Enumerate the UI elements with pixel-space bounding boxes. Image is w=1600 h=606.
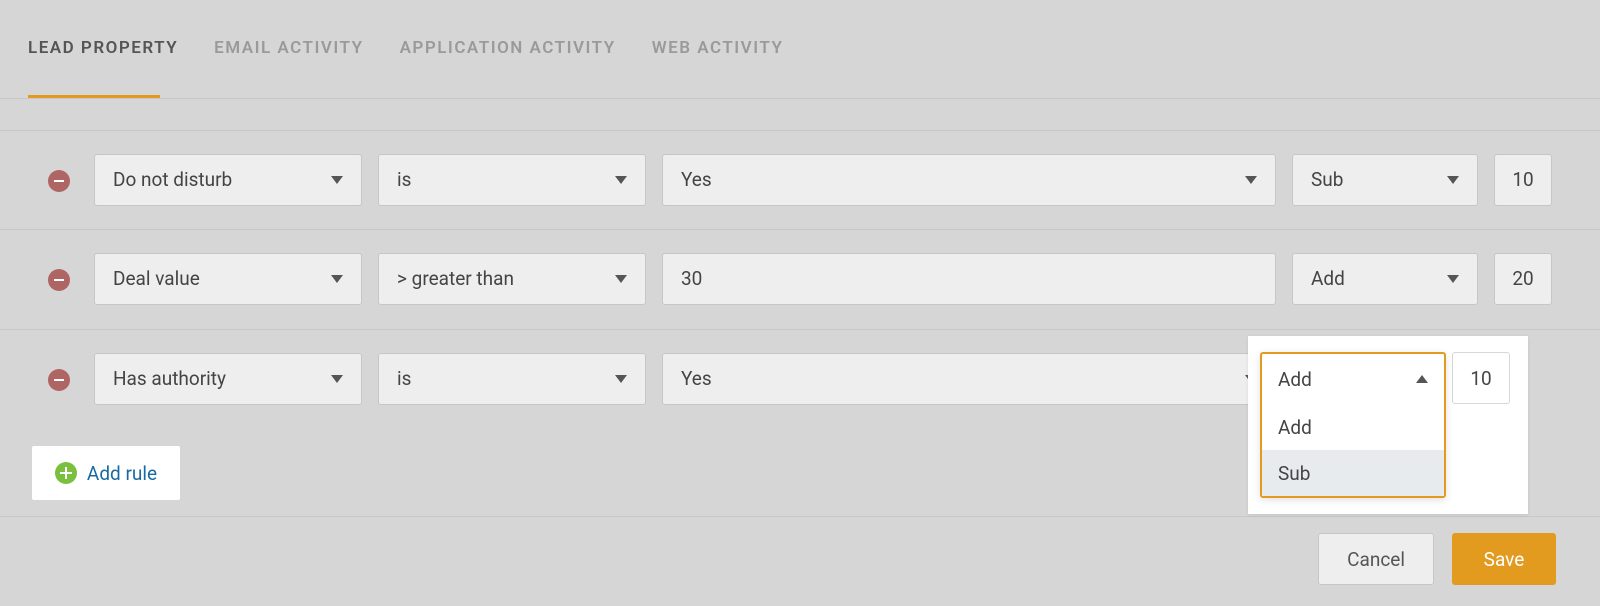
chevron-up-icon — [1416, 375, 1428, 383]
tab-label: APPLICATION ACTIVITY — [400, 38, 616, 58]
mode-option-sub[interactable]: Sub — [1262, 450, 1444, 496]
chevron-down-icon — [331, 275, 343, 283]
mode-select-value: Sub — [1311, 168, 1343, 191]
remove-rule-button[interactable] — [48, 170, 70, 192]
rule-row: Do not disturb is Yes Sub 10 — [0, 130, 1600, 230]
remove-rule-button[interactable] — [48, 369, 70, 391]
operator-select-value: is — [397, 168, 411, 191]
value-select-value: Yes — [681, 367, 712, 390]
mode-select-head[interactable]: Add — [1262, 354, 1444, 404]
value-input[interactable]: 30 — [662, 253, 1276, 305]
operator-select[interactable]: > greater than — [378, 253, 646, 305]
mode-option-add[interactable]: Add — [1262, 404, 1444, 450]
chevron-down-icon — [1447, 275, 1459, 283]
plus-circle-icon — [55, 462, 77, 484]
add-rule-button[interactable]: Add rule — [32, 446, 180, 500]
property-select-value: Has authority — [113, 367, 226, 390]
property-select-value: Deal value — [113, 267, 200, 290]
chevron-down-icon — [1245, 176, 1257, 184]
tab-lead-property[interactable]: LEAD PROPERTY — [28, 38, 178, 80]
chevron-down-icon — [1447, 176, 1459, 184]
property-select-value: Do not disturb — [113, 168, 232, 191]
chevron-down-icon — [615, 375, 627, 383]
tab-email-activity[interactable]: EMAIL ACTIVITY — [214, 38, 363, 80]
operator-select[interactable]: is — [378, 154, 646, 206]
add-rule-label: Add rule — [87, 462, 157, 485]
points-input[interactable]: 20 — [1494, 253, 1552, 305]
value-select[interactable]: Yes — [662, 154, 1276, 206]
chevron-down-icon — [331, 375, 343, 383]
save-button-label: Save — [1484, 548, 1525, 571]
operator-select-value: > greater than — [397, 267, 514, 290]
points-value: 10 — [1470, 367, 1491, 390]
value-input-value: 30 — [681, 267, 702, 290]
chevron-down-icon — [615, 176, 627, 184]
mode-select-value: Add — [1278, 368, 1312, 391]
property-select[interactable]: Has authority — [94, 353, 362, 405]
chevron-down-icon — [615, 275, 627, 283]
minus-icon — [54, 379, 64, 381]
points-value: 20 — [1512, 267, 1533, 290]
tab-label: WEB ACTIVITY — [652, 38, 784, 58]
operator-select[interactable]: is — [378, 353, 646, 405]
points-value: 10 — [1512, 168, 1533, 191]
tab-application-activity[interactable]: APPLICATION ACTIVITY — [400, 38, 616, 80]
mode-select[interactable]: Sub — [1292, 154, 1478, 206]
property-select[interactable]: Do not disturb — [94, 154, 362, 206]
mode-select-value: Add — [1311, 267, 1345, 290]
remove-rule-button[interactable] — [48, 269, 70, 291]
save-button[interactable]: Save — [1452, 533, 1556, 585]
mode-select-open[interactable]: Add Add Sub — [1260, 352, 1446, 498]
tabs-border — [0, 98, 1600, 99]
tab-label: LEAD PROPERTY — [28, 38, 178, 58]
minus-icon — [54, 279, 64, 281]
points-input[interactable]: 10 — [1452, 352, 1510, 404]
tab-web-activity[interactable]: WEB ACTIVITY — [652, 38, 784, 80]
footer-border — [0, 516, 1600, 517]
minus-icon — [54, 180, 64, 182]
mode-select[interactable]: Add — [1292, 253, 1478, 305]
points-input[interactable]: 10 — [1494, 154, 1552, 206]
chevron-down-icon — [331, 176, 343, 184]
option-label: Add — [1278, 416, 1312, 439]
value-select[interactable]: Yes — [662, 353, 1276, 405]
cancel-button-label: Cancel — [1347, 548, 1405, 571]
operator-select-value: is — [397, 367, 411, 390]
tab-label: EMAIL ACTIVITY — [214, 38, 363, 58]
value-select-value: Yes — [681, 168, 712, 191]
rule-row: Deal value > greater than 30 Add 20 — [0, 230, 1600, 330]
cancel-button[interactable]: Cancel — [1318, 533, 1434, 585]
option-label: Sub — [1278, 462, 1310, 485]
property-select[interactable]: Deal value — [94, 253, 362, 305]
